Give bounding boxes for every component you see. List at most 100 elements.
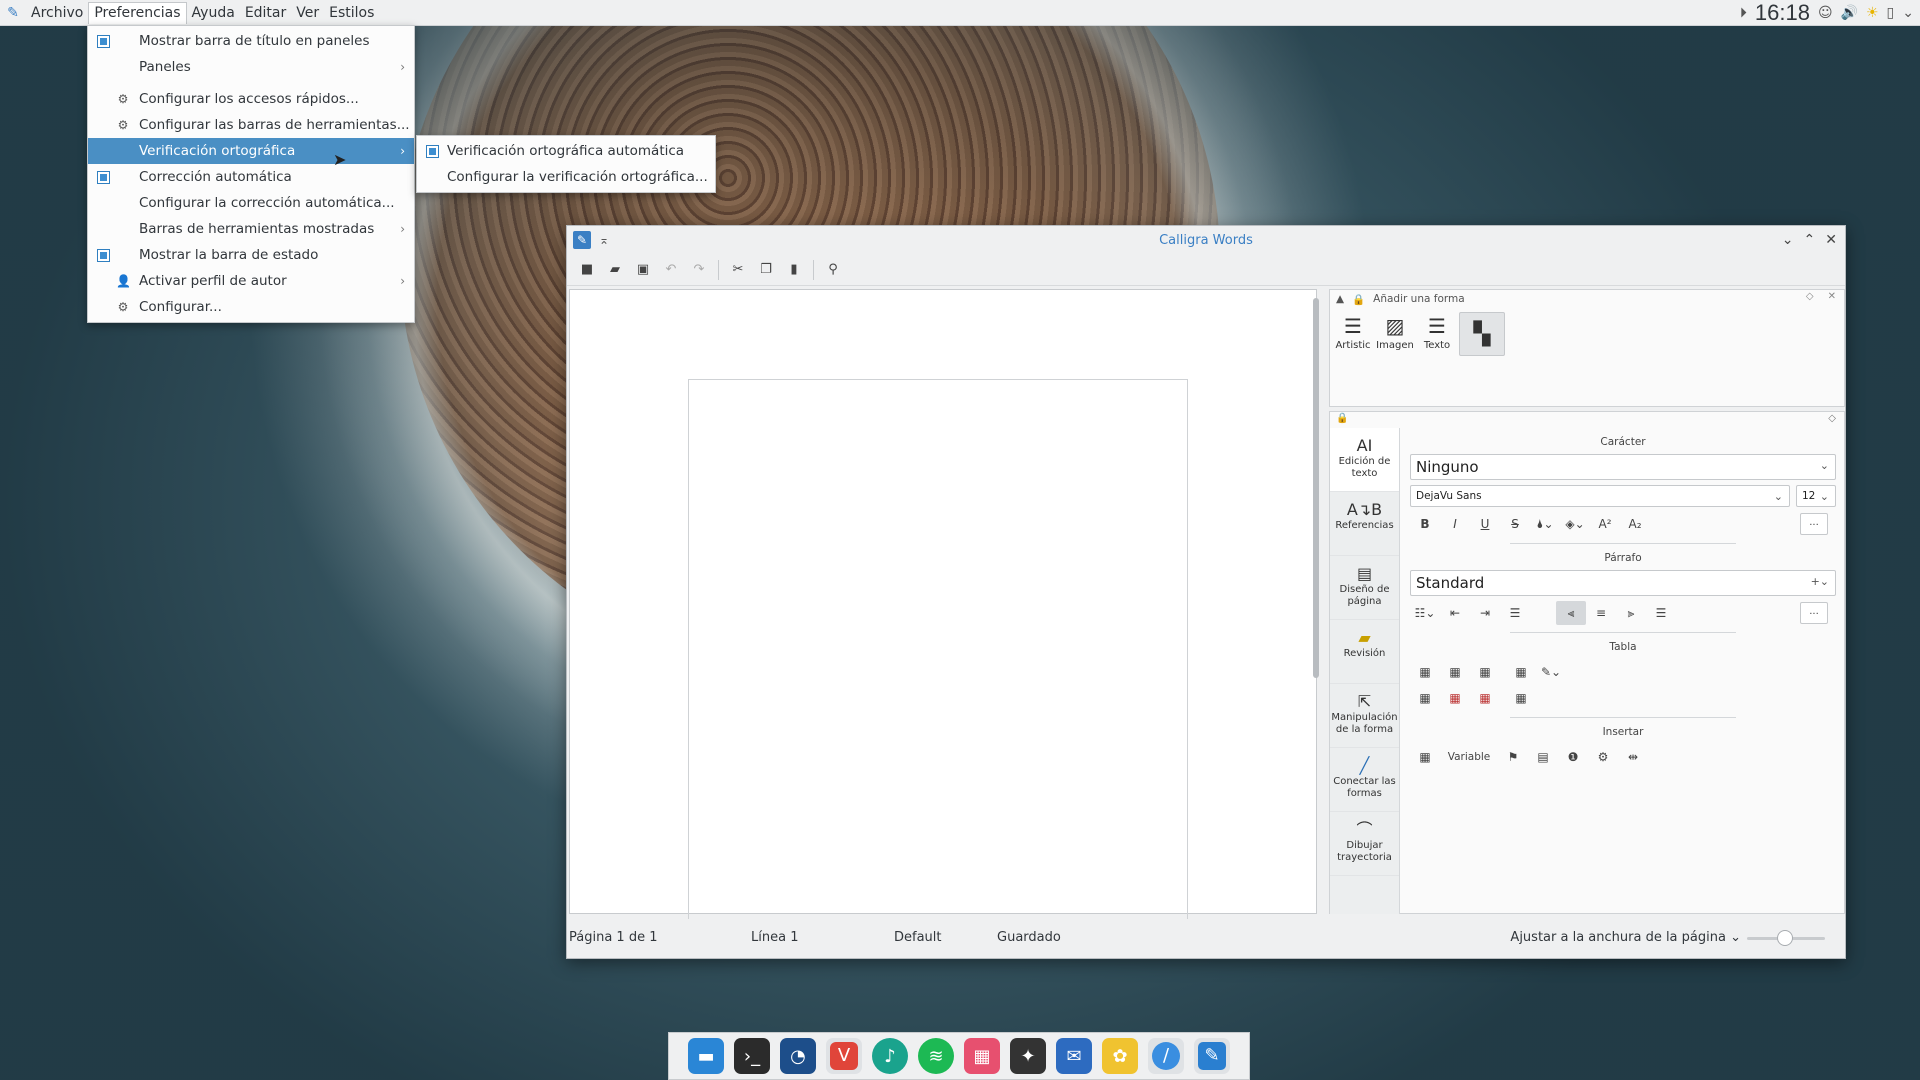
inkscape-icon[interactable]: ✦ xyxy=(1010,1038,1046,1074)
menu-item-spellcheck-config[interactable]: Configurar la verificación ortográfica..… xyxy=(417,164,715,190)
close-icon[interactable]: ✕ xyxy=(1825,232,1837,248)
menu-item-spellcheck[interactable]: Verificación ortográfica › xyxy=(88,138,414,164)
footnote-icon[interactable]: ▤ xyxy=(1528,745,1558,769)
redo-icon[interactable]: ↷ xyxy=(687,258,711,282)
music-icon[interactable]: ♪ xyxy=(872,1038,908,1074)
vertical-scrollbar[interactable] xyxy=(1313,298,1319,678)
para-more-button[interactable]: ... xyxy=(1800,602,1828,624)
tool-connect-shapes[interactable]: ╱ Conectar las formas xyxy=(1330,748,1399,812)
table-border-pen-icon[interactable]: ✎⌄ xyxy=(1536,660,1566,684)
menu-item-shortcuts[interactable]: ⚙ Configurar los accesos rápidos... xyxy=(88,86,414,112)
menu-item-shown-toolbars[interactable]: Barras de herramientas mostradas › xyxy=(88,216,414,242)
menu-preferencias[interactable]: Preferencias xyxy=(88,1,187,24)
document-canvas[interactable] xyxy=(569,289,1319,919)
files-icon[interactable]: ▬ xyxy=(688,1038,724,1074)
app-menu-icon[interactable]: ✎ xyxy=(0,0,26,26)
menu-item-configure[interactable]: ⚙ Configurar... xyxy=(88,294,414,320)
collapse-icon[interactable]: ▲ xyxy=(1336,293,1344,305)
menu-item-paneles[interactable]: Paneles › xyxy=(88,54,414,80)
line-spacing-icon[interactable]: ☰ xyxy=(1500,601,1530,625)
insert-variable-button[interactable]: Variable xyxy=(1440,745,1498,769)
float-icon[interactable]: ◇ xyxy=(1828,413,1836,424)
copy-icon[interactable]: ❐ xyxy=(754,258,778,282)
table-insert-row-above-icon[interactable]: ▦ xyxy=(1410,660,1440,684)
table-insert-row-below-icon[interactable]: ▦ xyxy=(1440,660,1470,684)
align-right-icon[interactable]: ⫸ xyxy=(1616,601,1646,625)
justify-icon[interactable]: ☰ xyxy=(1646,601,1676,625)
split-icon[interactable]: ⇹ xyxy=(1618,745,1648,769)
spotify-icon[interactable]: ≋ xyxy=(918,1038,954,1074)
para-style-select[interactable]: Standard +⌄ xyxy=(1410,570,1836,596)
table-delete-column-icon[interactable]: ▦ xyxy=(1470,686,1500,710)
font-family-select[interactable]: DejaVu Sans ⌄ xyxy=(1410,485,1790,507)
tool-references[interactable]: A↴B Referencias xyxy=(1330,492,1399,556)
shape-artistic[interactable]: ☰ Artistic xyxy=(1333,312,1373,356)
menu-ayuda[interactable]: Ayuda xyxy=(187,2,240,24)
bold-icon[interactable]: B xyxy=(1410,512,1440,536)
weather-icon[interactable]: ☀ xyxy=(1866,5,1879,21)
vivaldi-icon[interactable]: V xyxy=(826,1038,862,1074)
table-delete-row-icon[interactable]: ▦ xyxy=(1410,686,1440,710)
menu-item-autocorrect[interactable]: Corrección automática xyxy=(88,164,414,190)
settings-icon[interactable]: ⚙ xyxy=(1588,745,1618,769)
chevron-down-icon[interactable]: ⌄ xyxy=(1902,5,1914,21)
font-size-select[interactable]: 12 ⌄ xyxy=(1796,485,1836,507)
volume-icon[interactable]: 🔊 xyxy=(1841,5,1858,21)
italic-icon[interactable]: I xyxy=(1440,512,1470,536)
calligra-icon[interactable]: ✎ xyxy=(1194,1038,1230,1074)
menu-ver[interactable]: Ver xyxy=(291,2,324,24)
float-icon[interactable]: ◇ xyxy=(1806,291,1814,302)
char-more-button[interactable]: ... xyxy=(1800,513,1828,535)
table-split-icon[interactable]: ▦ xyxy=(1506,686,1536,710)
menu-item-author-profile[interactable]: 👤 Activar perfil de autor › xyxy=(88,268,414,294)
browser-icon[interactable]: ◔ xyxy=(780,1038,816,1074)
editor-icon[interactable]: / xyxy=(1148,1038,1184,1074)
shapes-collection-icon[interactable]: ▚ xyxy=(1459,312,1505,356)
align-center-icon[interactable]: ≡ xyxy=(1586,601,1616,625)
close-icon[interactable]: ✕ xyxy=(1828,291,1836,302)
lock-icon[interactable]: 🔒 xyxy=(1352,293,1365,306)
menu-item-autocorrect-config[interactable]: Configurar la corrección automática... xyxy=(88,190,414,216)
cut-icon[interactable]: ✂ xyxy=(726,258,750,282)
underline-icon[interactable]: U xyxy=(1470,512,1500,536)
superscript-icon[interactable]: A² xyxy=(1590,512,1620,536)
indent-decrease-icon[interactable]: ⇤ xyxy=(1440,601,1470,625)
tool-shape-manipulation[interactable]: ⇱ Manipulación de la forma xyxy=(1330,684,1399,748)
tool-review[interactable]: ▰ Revisión xyxy=(1330,620,1399,684)
subscript-icon[interactable]: A₂ xyxy=(1620,512,1650,536)
menu-item-toolbars-config[interactable]: ⚙ Configurar las barras de herramientas..… xyxy=(88,112,414,138)
indent-increase-icon[interactable]: ⇥ xyxy=(1470,601,1500,625)
keep-above-icon[interactable]: ⌅ xyxy=(599,233,609,247)
align-left-icon[interactable]: ⫷ xyxy=(1556,601,1586,625)
open-folder-icon[interactable]: ▰ xyxy=(603,258,627,282)
table-delete-row-red-icon[interactable]: ▦ xyxy=(1440,686,1470,710)
minimize-icon[interactable]: ⌄ xyxy=(1782,232,1794,248)
zoom-slider[interactable] xyxy=(1747,930,1825,946)
menu-editar[interactable]: Editar xyxy=(240,2,291,24)
menu-item-show-titlebar[interactable]: Mostrar barra de título en paneles xyxy=(88,28,414,54)
maximize-icon[interactable]: ⌃ xyxy=(1804,232,1816,248)
table-insert-column-icon[interactable]: ▦ xyxy=(1470,660,1500,684)
zoom-slider-handle[interactable] xyxy=(1777,930,1793,946)
strikethrough-icon[interactable]: S xyxy=(1500,512,1530,536)
grid-app-icon[interactable]: ▦ xyxy=(964,1038,1000,1074)
menu-item-auto-spellcheck[interactable]: Verificación ortográfica automática xyxy=(417,138,715,164)
save-icon[interactable]: ▣ xyxy=(631,258,655,282)
shape-texto[interactable]: ☰ Texto xyxy=(1417,312,1457,356)
tool-draw-path[interactable]: ⌒ Dibujar trayectoria xyxy=(1330,812,1399,876)
tool-page-layout[interactable]: ▤ Diseño de página xyxy=(1330,556,1399,620)
clock[interactable]: 16:18 xyxy=(1755,0,1810,26)
insert-table-icon[interactable]: ▦ xyxy=(1410,745,1440,769)
table-merge-icon[interactable]: ▦ xyxy=(1506,660,1536,684)
search-icon[interactable]: ⚲ xyxy=(821,258,845,282)
tool-text-edit[interactable]: AI Edición de texto xyxy=(1330,428,1399,492)
bookmark-flag-icon[interactable]: ⚑ xyxy=(1498,745,1528,769)
text-color-icon[interactable]: 🌢⌄ xyxy=(1530,512,1560,536)
window-titlebar[interactable]: ✎ ⌅ Calligra Words ⌄ ⌃ ✕ xyxy=(567,226,1845,254)
new-document-icon[interactable]: ■ xyxy=(575,258,599,282)
photos-icon[interactable]: ✿ xyxy=(1102,1038,1138,1074)
undo-icon[interactable]: ↶ xyxy=(659,258,683,282)
menu-estilos[interactable]: Estilos xyxy=(324,2,379,24)
notifications-icon[interactable]: ☺ xyxy=(1818,5,1833,21)
highlight-color-icon[interactable]: ◈⌄ xyxy=(1560,512,1590,536)
